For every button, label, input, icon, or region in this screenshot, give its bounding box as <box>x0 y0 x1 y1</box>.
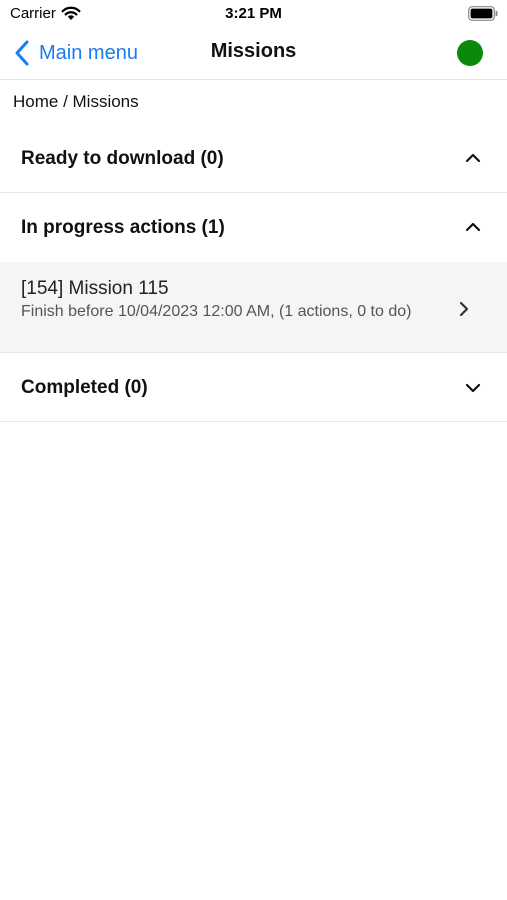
mission-subtitle: Finish before 10/04/2023 12:00 AM, (1 ac… <box>21 303 412 320</box>
chevron-left-icon <box>15 40 29 66</box>
navigation-bar: Main menu Missions <box>0 28 507 80</box>
mission-title: [154] Mission 115 <box>21 278 169 299</box>
section-title: In progress actions (1) <box>21 217 225 238</box>
back-button-label: Main menu <box>39 41 138 64</box>
section-completed[interactable]: Completed (0) <box>0 353 507 422</box>
chevron-down-icon <box>465 383 481 393</box>
chevron-up-icon <box>465 153 481 163</box>
section-ready-to-download[interactable]: Ready to download (0) <box>0 124 507 193</box>
back-button[interactable]: Main menu <box>14 38 138 68</box>
chevron-right-icon <box>459 301 469 317</box>
breadcrumb: Home / Missions <box>13 92 139 111</box>
battery-icon <box>468 6 498 21</box>
section-title: Completed (0) <box>21 377 148 398</box>
status-bar: Carrier 3:21 PM <box>0 0 507 28</box>
chevron-up-icon <box>465 222 481 232</box>
section-title: Ready to download (0) <box>21 148 224 169</box>
section-in-progress-actions[interactable]: In progress actions (1) <box>0 193 507 262</box>
mission-list-item[interactable]: [154] Mission 115 Finish before 10/04/20… <box>0 262 507 353</box>
clock: 3:21 PM <box>225 5 282 22</box>
connection-status-indicator <box>457 40 483 66</box>
